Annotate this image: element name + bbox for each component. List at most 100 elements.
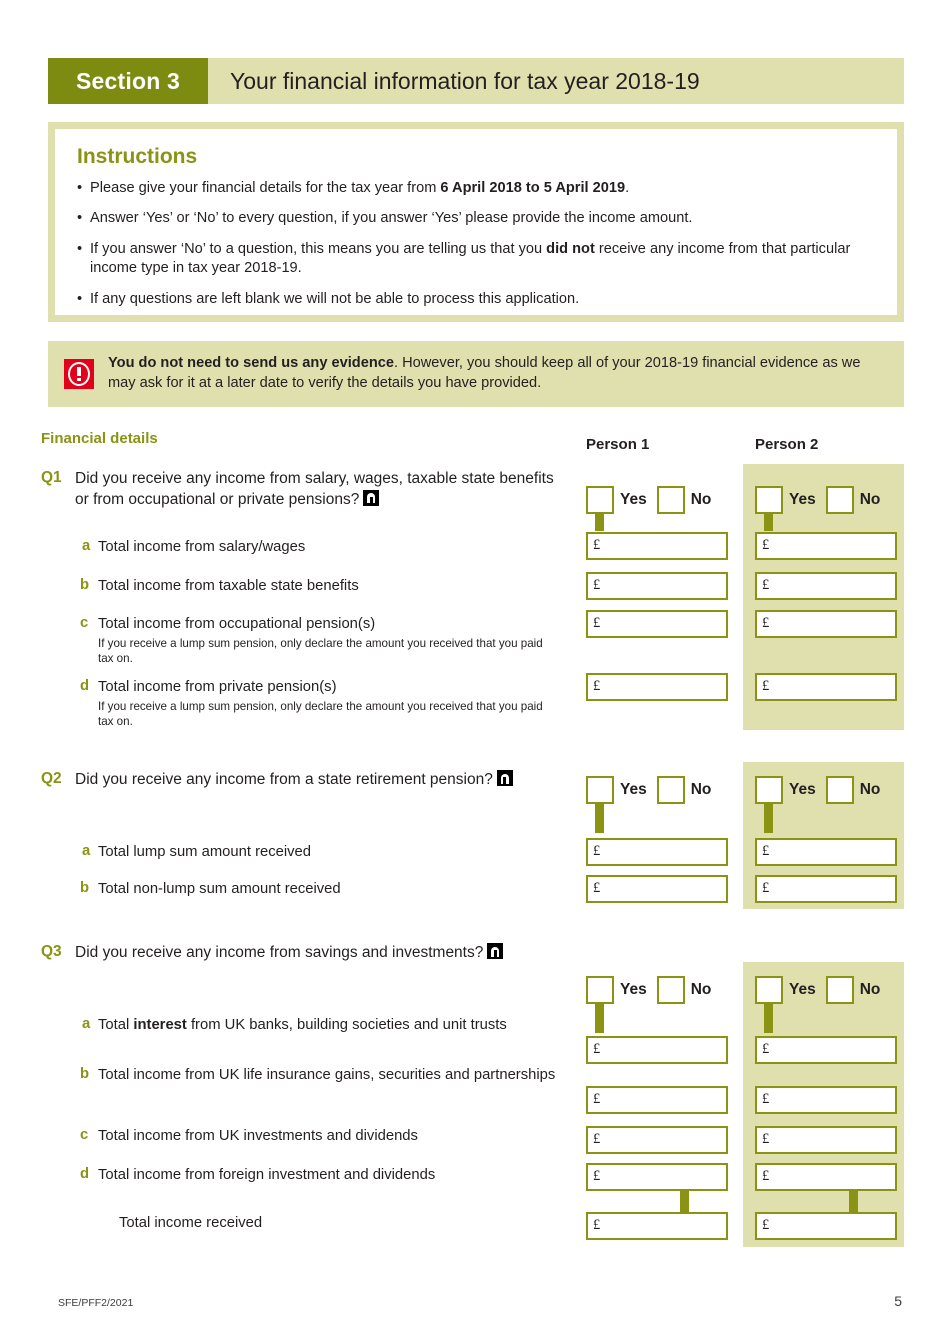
checkbox-no-q3-person1[interactable] [656, 976, 685, 1004]
checkbox-yes-q2-person1[interactable] [586, 776, 614, 804]
instruction-text-bold: 6 April 2018 to 5 April 2019 [440, 180, 626, 196]
currency-symbol: £ [593, 880, 601, 896]
money-field-q3d-person1[interactable]: £ [586, 1163, 728, 1191]
money-field-q1b-person2[interactable]: £ [755, 572, 897, 600]
sub-text-Q1c: Total income from occupational pension(s… [98, 615, 558, 666]
sub-text-Q2a: Total lump sum amount received [98, 843, 311, 863]
sub-letter-Q3d: d [80, 1166, 90, 1182]
label-yes-q1-person2: Yes [789, 491, 816, 508]
connector-q1-person1 [595, 513, 604, 531]
bullet-dot-icon: • [77, 180, 83, 196]
sub-letter-Q1c: c [80, 615, 89, 631]
yesno-group-q1-person1: Yes No [586, 485, 711, 515]
label-no-q2-person2: No [859, 781, 881, 798]
money-field-q3d-person2[interactable]: £ [755, 1163, 897, 1191]
sub-block-Q1b: b Total income from taxable state benefit… [78, 577, 558, 597]
instructions-panel: Instructions • Please give your financial… [48, 122, 904, 322]
money-field-q1b-person1[interactable]: £ [586, 572, 728, 600]
instructions-inner: Instructions • Please give your financial… [55, 129, 897, 315]
checkbox-no-q1-person1[interactable] [656, 486, 685, 514]
column-header-person2: Person 2 [755, 436, 819, 453]
sub-row-Q1b: b Total income from taxable state benefit… [78, 577, 558, 597]
checkbox-no-q1-person2[interactable] [825, 486, 854, 514]
sub-block-Q3c: c Total income from UK investments and di… [78, 1127, 558, 1147]
currency-symbol: £ [762, 678, 770, 694]
sub-row-Q1d: d Total income from private pension(s) If … [78, 678, 558, 729]
money-field-q2b-person2[interactable]: £ [755, 875, 897, 903]
money-field-q2a-person1[interactable]: £ [586, 838, 728, 866]
money-field-q1c-person2[interactable]: £ [755, 610, 897, 638]
money-field-q3total-person1[interactable]: £ [586, 1212, 728, 1240]
question-text-span-Q2: Did you receive any income from a state … [75, 771, 493, 788]
connector-q3-total-person2 [849, 1190, 858, 1214]
sub-block-Q2b: b Total non-lump sum amount received [78, 880, 558, 900]
money-field-q1d-person2[interactable]: £ [755, 673, 897, 701]
connector-q3-total-person1 [680, 1190, 689, 1214]
exclamation-icon [64, 359, 94, 389]
money-field-q1a-person1[interactable]: £ [586, 532, 728, 560]
question-text-span-Q1: Did you receive any income from salary, … [75, 470, 554, 508]
money-field-q3a-person2[interactable]: £ [755, 1036, 897, 1064]
currency-symbol: £ [593, 1091, 601, 1107]
checkbox-yes-q3-person2[interactable] [755, 976, 783, 1004]
checkbox-yes-q1-person2[interactable] [755, 486, 783, 514]
checkbox-yes-q1-person1[interactable] [586, 486, 614, 514]
sub-text-main-Q2a: Total lump sum amount received [98, 844, 312, 860]
money-field-q3a-person1[interactable]: £ [586, 1036, 728, 1064]
sub-row-Q2b: b Total non-lump sum amount received [78, 880, 558, 900]
bullet-dot-icon: • [77, 240, 83, 257]
sub-text-Q2b: Total non-lump sum amount received [98, 880, 341, 900]
money-field-q3b-person1[interactable]: £ [586, 1086, 728, 1114]
yesno-group-q2-person2: Yes No [755, 775, 880, 805]
notes-reference-icon-Q1[interactable] [363, 489, 380, 506]
label-no-q1-person1: No [690, 491, 712, 508]
question-block-Q2: Q2 Did you receive any income from a stat… [41, 770, 561, 791]
sub-hint-Q1c: If you receive a lump sum pension, only … [98, 636, 543, 665]
currency-symbol: £ [762, 537, 770, 553]
sub-block-Q1a: a Total income from salary/wages [78, 538, 558, 558]
connector-q3-person2 [764, 1003, 773, 1033]
money-field-q3c-person2[interactable]: £ [755, 1126, 897, 1154]
total-income-label: Total income received [119, 1215, 263, 1231]
sub-hint-Q1d: If you receive a lump sum pension, only … [98, 699, 543, 728]
column-header-person1: Person 1 [586, 436, 650, 453]
bullet-dot-icon: • [77, 290, 83, 307]
money-field-q2b-person1[interactable]: £ [586, 875, 728, 903]
currency-symbol: £ [593, 577, 601, 593]
money-field-q1a-person2[interactable]: £ [755, 532, 897, 560]
label-no-q2-person1: No [690, 781, 712, 798]
money-field-q3c-person1[interactable]: £ [586, 1126, 728, 1154]
question-text-Q3: Did you receive any income from savings … [75, 943, 504, 964]
sub-block-Q2a: a Total lump sum amount received [78, 843, 558, 863]
money-field-q3b-person2[interactable]: £ [755, 1086, 897, 1114]
instruction-bullet: • Please give your financial details for … [77, 179, 875, 198]
currency-symbol: £ [593, 678, 601, 694]
question-row-Q1: Q1 Did you receive any income from salary… [41, 469, 561, 511]
money-field-q1c-person1[interactable]: £ [586, 610, 728, 638]
section-title: Your financial information for tax year … [230, 67, 700, 94]
checkbox-no-q2-person2[interactable] [825, 776, 854, 804]
instruction-text-pre: Please give your financial details for t… [90, 180, 441, 196]
checkbox-no-q2-person1[interactable] [656, 776, 685, 804]
question-number-Q1: Q1 [41, 469, 62, 486]
checkbox-no-q3-person2[interactable] [825, 976, 854, 1004]
instruction-text: If you answer ‘No’ to a question, this m… [90, 240, 875, 279]
sub-letter-Q3a: a [82, 1016, 91, 1032]
checkbox-yes-q3-person1[interactable] [586, 976, 614, 1004]
currency-symbol: £ [762, 880, 770, 896]
currency-symbol: £ [593, 1217, 601, 1233]
total-income-row: Total income received [119, 1214, 539, 1234]
money-field-q2a-person2[interactable]: £ [755, 838, 897, 866]
money-field-q1d-person1[interactable]: £ [586, 673, 728, 701]
question-row-Q2: Q2 Did you receive any income from a stat… [41, 770, 561, 791]
yesno-group-q3-person2: Yes No [755, 975, 880, 1005]
sub-block-Q1d: d Total income from private pension(s) If … [78, 678, 558, 729]
notes-reference-icon-Q3[interactable] [487, 943, 504, 959]
instructions-list: • Please give your financial details for … [77, 179, 875, 309]
instruction-text-post: . [625, 180, 630, 196]
money-field-q3total-person2[interactable]: £ [755, 1212, 897, 1240]
checkbox-yes-q2-person2[interactable] [755, 776, 783, 804]
currency-symbol: £ [762, 1217, 770, 1233]
connector-q2-person2 [764, 803, 773, 833]
notes-reference-icon-Q2[interactable] [496, 770, 513, 786]
